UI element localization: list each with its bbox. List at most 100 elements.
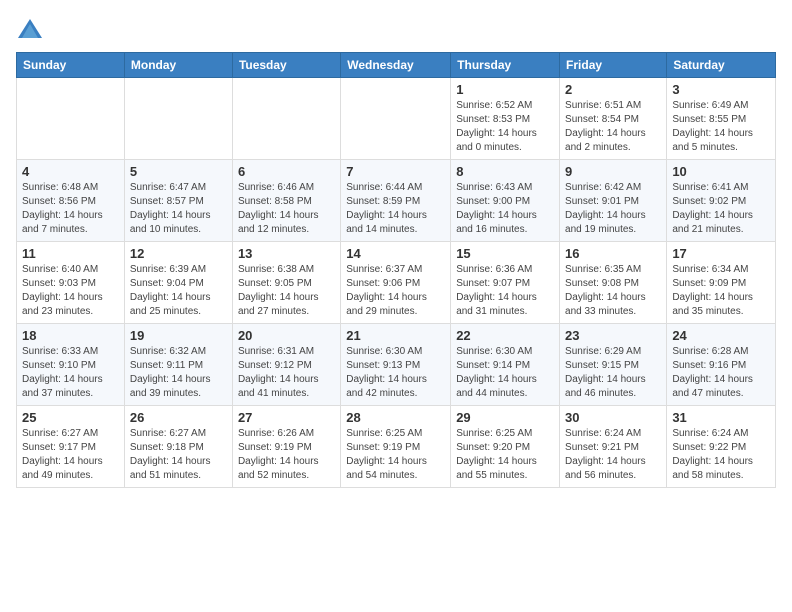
day-number: 25 bbox=[22, 410, 119, 425]
day-number: 7 bbox=[346, 164, 445, 179]
calendar-cell: 7 Sunrise: 6:44 AM Sunset: 8:59 PM Daylig… bbox=[341, 160, 451, 242]
col-header-tuesday: Tuesday bbox=[232, 53, 340, 78]
calendar-cell: 18Sunrise: 6:33 AM Sunset: 9:10 PM Dayli… bbox=[17, 324, 125, 406]
calendar-cell: 2 Sunrise: 6:51 AM Sunset: 8:54 PM Daylig… bbox=[560, 78, 667, 160]
calendar-cell: 13 Sunrise: 6:38 AM Sunset: 9:05 PM Dayli… bbox=[232, 242, 340, 324]
calendar-cell: 12 Sunrise: 6:39 AM Sunset: 9:04 PM Dayli… bbox=[124, 242, 232, 324]
day-number: 13 bbox=[238, 246, 335, 261]
day-info: Sunrise: 6:51 AM Sunset: 8:54 PM Dayligh… bbox=[565, 100, 646, 153]
day-number: 1 bbox=[456, 82, 554, 97]
col-header-sunday: Sunday bbox=[17, 53, 125, 78]
calendar-cell: 24Sunrise: 6:28 AM Sunset: 9:16 PM Dayli… bbox=[667, 324, 776, 406]
calendar-cell: 4 Sunrise: 6:48 AM Sunset: 8:56 PM Daylig… bbox=[17, 160, 125, 242]
col-header-monday: Monday bbox=[124, 53, 232, 78]
calendar-cell: 25 Sunrise: 6:27 AM Sunset: 9:17 PM Dayli… bbox=[17, 406, 125, 488]
day-info: Sunrise: 6:30 AM Sunset: 9:14 PM Dayligh… bbox=[456, 346, 537, 399]
day-number: 27 bbox=[238, 410, 335, 425]
day-number: 26 bbox=[130, 410, 227, 425]
day-info: Sunrise: 6:52 AM Sunset: 8:53 PM Dayligh… bbox=[456, 100, 537, 153]
day-number: 15 bbox=[456, 246, 554, 261]
day-number: 8 bbox=[456, 164, 554, 179]
day-number: 9 bbox=[565, 164, 661, 179]
day-info: Sunrise: 6:24 AM Sunset: 9:21 PM Dayligh… bbox=[565, 428, 646, 481]
calendar-cell: 19 Sunrise: 6:32 AM Sunset: 9:11 PM Dayli… bbox=[124, 324, 232, 406]
day-info: Sunrise: 6:24 AM Sunset: 9:22 PM Dayligh… bbox=[672, 428, 753, 481]
day-number: 6 bbox=[238, 164, 335, 179]
col-header-friday: Friday bbox=[560, 53, 667, 78]
day-number: 4 bbox=[22, 164, 119, 179]
calendar-cell: 20Sunrise: 6:31 AM Sunset: 9:12 PM Dayli… bbox=[232, 324, 340, 406]
calendar-cell: 22 Sunrise: 6:30 AM Sunset: 9:14 PM Dayli… bbox=[451, 324, 560, 406]
day-info: Sunrise: 6:38 AM Sunset: 9:05 PM Dayligh… bbox=[238, 264, 319, 317]
day-number: 5 bbox=[130, 164, 227, 179]
day-info: Sunrise: 6:48 AM Sunset: 8:56 PM Dayligh… bbox=[22, 182, 103, 235]
col-header-wednesday: Wednesday bbox=[341, 53, 451, 78]
day-number: 21 bbox=[346, 328, 445, 343]
calendar-cell: 23 Sunrise: 6:29 AM Sunset: 9:15 PM Dayli… bbox=[560, 324, 667, 406]
day-info: Sunrise: 6:25 AM Sunset: 9:20 PM Dayligh… bbox=[456, 428, 537, 481]
day-info: Sunrise: 6:49 AM Sunset: 8:55 PM Dayligh… bbox=[672, 100, 753, 153]
day-info: Sunrise: 6:31 AM Sunset: 9:12 PM Dayligh… bbox=[238, 346, 319, 399]
col-header-thursday: Thursday bbox=[451, 53, 560, 78]
calendar-cell: 16 Sunrise: 6:35 AM Sunset: 9:08 PM Dayli… bbox=[560, 242, 667, 324]
calendar-cell: 9 Sunrise: 6:42 AM Sunset: 9:01 PM Daylig… bbox=[560, 160, 667, 242]
day-info: Sunrise: 6:26 AM Sunset: 9:19 PM Dayligh… bbox=[238, 428, 319, 481]
calendar-table: SundayMondayTuesdayWednesdayThursdayFrid… bbox=[16, 52, 776, 488]
day-info: Sunrise: 6:42 AM Sunset: 9:01 PM Dayligh… bbox=[565, 182, 646, 235]
calendar-cell: 6 Sunrise: 6:46 AM Sunset: 8:58 PM Daylig… bbox=[232, 160, 340, 242]
day-number: 3 bbox=[672, 82, 770, 97]
day-number: 29 bbox=[456, 410, 554, 425]
day-info: Sunrise: 6:25 AM Sunset: 9:19 PM Dayligh… bbox=[346, 428, 427, 481]
header bbox=[16, 12, 776, 44]
page: SundayMondayTuesdayWednesdayThursdayFrid… bbox=[0, 0, 792, 612]
calendar-cell: 30 Sunrise: 6:24 AM Sunset: 9:21 PM Dayli… bbox=[560, 406, 667, 488]
calendar-cell: 31 Sunrise: 6:24 AM Sunset: 9:22 PM Dayli… bbox=[667, 406, 776, 488]
day-info: Sunrise: 6:41 AM Sunset: 9:02 PM Dayligh… bbox=[672, 182, 753, 235]
day-number: 19 bbox=[130, 328, 227, 343]
logo bbox=[16, 16, 48, 44]
calendar-cell: 29 Sunrise: 6:25 AM Sunset: 9:20 PM Dayli… bbox=[451, 406, 560, 488]
calendar-cell: 21Sunrise: 6:30 AM Sunset: 9:13 PM Dayli… bbox=[341, 324, 451, 406]
day-number: 30 bbox=[565, 410, 661, 425]
calendar-cell: 3 Sunrise: 6:49 AM Sunset: 8:55 PM Daylig… bbox=[667, 78, 776, 160]
day-info: Sunrise: 6:40 AM Sunset: 9:03 PM Dayligh… bbox=[22, 264, 103, 317]
day-info: Sunrise: 6:27 AM Sunset: 9:17 PM Dayligh… bbox=[22, 428, 103, 481]
day-number: 14 bbox=[346, 246, 445, 261]
calendar-cell: 1 Sunrise: 6:52 AM Sunset: 8:53 PM Daylig… bbox=[451, 78, 560, 160]
day-number: 18 bbox=[22, 328, 119, 343]
calendar-cell: 26Sunrise: 6:27 AM Sunset: 9:18 PM Dayli… bbox=[124, 406, 232, 488]
calendar-cell: 14 Sunrise: 6:37 AM Sunset: 9:06 PM Dayli… bbox=[341, 242, 451, 324]
day-info: Sunrise: 6:47 AM Sunset: 8:57 PM Dayligh… bbox=[130, 182, 211, 235]
day-info: Sunrise: 6:36 AM Sunset: 9:07 PM Dayligh… bbox=[456, 264, 537, 317]
calendar-cell: 8 Sunrise: 6:43 AM Sunset: 9:00 PM Daylig… bbox=[451, 160, 560, 242]
day-number: 10 bbox=[672, 164, 770, 179]
calendar-cell: 5 Sunrise: 6:47 AM Sunset: 8:57 PM Daylig… bbox=[124, 160, 232, 242]
calendar-cell: 11 Sunrise: 6:40 AM Sunset: 9:03 PM Dayli… bbox=[17, 242, 125, 324]
day-number: 11 bbox=[22, 246, 119, 261]
day-number: 31 bbox=[672, 410, 770, 425]
day-number: 24 bbox=[672, 328, 770, 343]
col-header-saturday: Saturday bbox=[667, 53, 776, 78]
day-info: Sunrise: 6:39 AM Sunset: 9:04 PM Dayligh… bbox=[130, 264, 211, 317]
day-number: 17 bbox=[672, 246, 770, 261]
calendar-cell: 28 Sunrise: 6:25 AM Sunset: 9:19 PM Dayli… bbox=[341, 406, 451, 488]
day-info: Sunrise: 6:34 AM Sunset: 9:09 PM Dayligh… bbox=[672, 264, 753, 317]
day-number: 23 bbox=[565, 328, 661, 343]
day-info: Sunrise: 6:35 AM Sunset: 9:08 PM Dayligh… bbox=[565, 264, 646, 317]
day-number: 12 bbox=[130, 246, 227, 261]
day-number: 22 bbox=[456, 328, 554, 343]
calendar-cell: 27 Sunrise: 6:26 AM Sunset: 9:19 PM Dayli… bbox=[232, 406, 340, 488]
day-number: 16 bbox=[565, 246, 661, 261]
calendar-cell bbox=[341, 78, 451, 160]
day-number: 2 bbox=[565, 82, 661, 97]
day-info: Sunrise: 6:32 AM Sunset: 9:11 PM Dayligh… bbox=[130, 346, 211, 399]
calendar-cell: 17 Sunrise: 6:34 AM Sunset: 9:09 PM Dayli… bbox=[667, 242, 776, 324]
day-info: Sunrise: 6:46 AM Sunset: 8:58 PM Dayligh… bbox=[238, 182, 319, 235]
day-info: Sunrise: 6:43 AM Sunset: 9:00 PM Dayligh… bbox=[456, 182, 537, 235]
day-info: Sunrise: 6:44 AM Sunset: 8:59 PM Dayligh… bbox=[346, 182, 427, 235]
day-info: Sunrise: 6:29 AM Sunset: 9:15 PM Dayligh… bbox=[565, 346, 646, 399]
calendar-cell bbox=[124, 78, 232, 160]
calendar-cell: 10 Sunrise: 6:41 AM Sunset: 9:02 PM Dayli… bbox=[667, 160, 776, 242]
day-info: Sunrise: 6:37 AM Sunset: 9:06 PM Dayligh… bbox=[346, 264, 427, 317]
day-number: 28 bbox=[346, 410, 445, 425]
